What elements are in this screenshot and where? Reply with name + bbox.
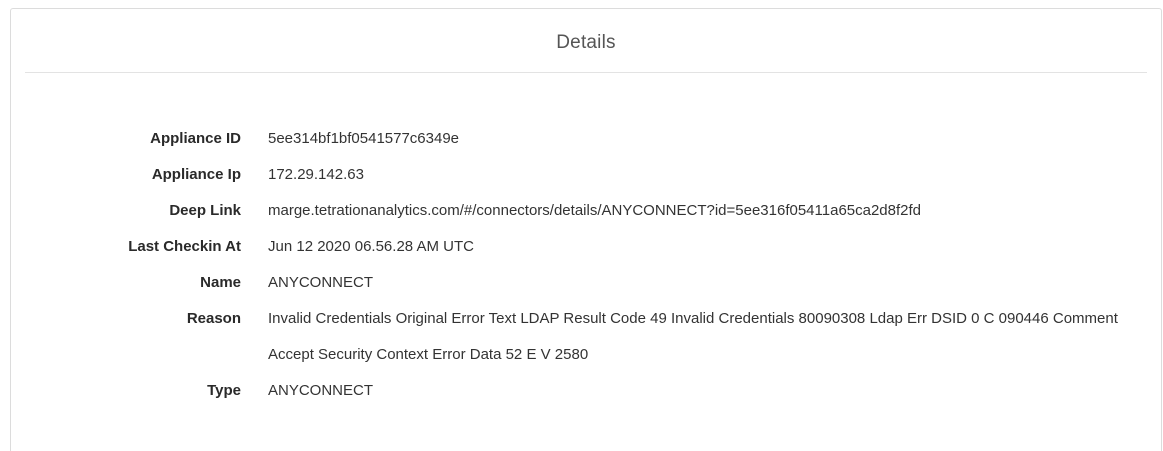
detail-row-reason: Reason Invalid Credentials Original Erro… [11, 301, 1161, 373]
detail-value: 5ee314bf1bf0541577c6349e [268, 130, 460, 147]
detail-value: 172.29.142.63 [268, 166, 364, 183]
panel-title: Details [556, 31, 616, 53]
detail-label: Type [207, 382, 241, 399]
detail-label: Reason [186, 310, 241, 327]
detail-row-last-checkin-at: Last Checkin At Jun 12 2020 06.56.28 AM … [11, 229, 1161, 265]
detail-row-name: Name ANYCONNECT [11, 265, 1161, 301]
detail-label: Appliance ID [150, 130, 241, 147]
detail-row-appliance-id: Appliance ID 5ee314bf1bf0541577c6349e [11, 121, 1161, 157]
panel-header: Details [25, 9, 1147, 73]
detail-value: Jun 12 2020 06.56.28 AM UTC [268, 238, 474, 255]
detail-label: Appliance Ip [151, 166, 241, 183]
detail-label: Name [200, 274, 241, 291]
details-panel: Details Appliance ID 5ee314bf1bf0541577c… [10, 8, 1162, 451]
details-list: Appliance ID 5ee314bf1bf0541577c6349e Ap… [11, 121, 1161, 409]
detail-row-appliance-ip: Appliance Ip 172.29.142.63 [11, 157, 1161, 193]
detail-row-deep-link: Deep Link marge.tetrationanalytics.com/#… [11, 193, 1161, 229]
detail-row-type: Type ANYCONNECT [11, 373, 1161, 409]
detail-label: Deep Link [169, 202, 241, 219]
detail-value: marge.tetrationanalytics.com/#/connector… [268, 202, 922, 219]
detail-value: ANYCONNECT [268, 274, 374, 291]
detail-label: Last Checkin At [128, 238, 241, 255]
detail-value: ANYCONNECT [268, 382, 374, 399]
detail-value: Invalid Credentials Original Error Text … [268, 310, 1118, 363]
